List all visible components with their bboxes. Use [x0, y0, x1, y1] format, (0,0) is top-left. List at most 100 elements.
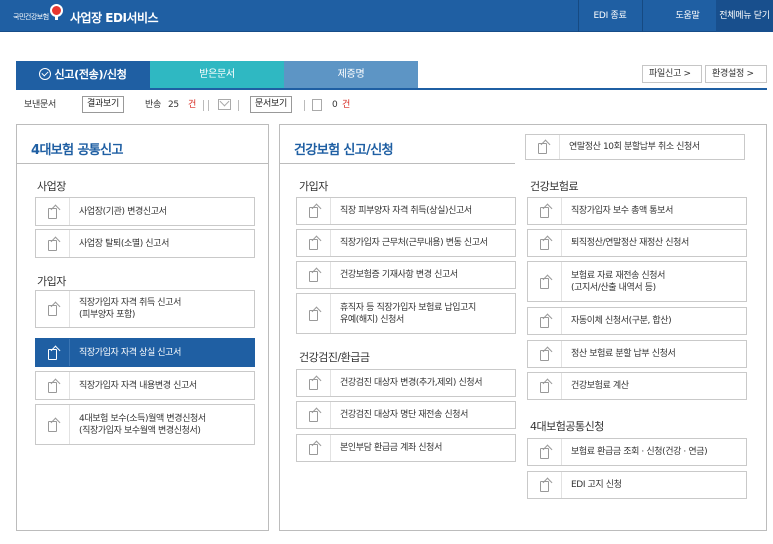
- panel-title: 건강보험 신고/신청: [294, 143, 394, 158]
- menu-item-label: 직장가입자 자격 상실 신고서: [79, 347, 181, 358]
- menu-item-label: 건강보험료 계산: [571, 381, 629, 391]
- menu-item-label: EDI 고지 신청: [571, 480, 622, 490]
- returned-count: 25: [168, 100, 179, 110]
- file-report-button[interactable]: 파일신고 >: [642, 65, 702, 83]
- document-edit-icon: [309, 205, 319, 218]
- nhis-logo[interactable]: 국민건강보험: [13, 4, 63, 23]
- menu-item-refund-account[interactable]: 본인부담 환급금 계좌 신청서: [296, 434, 516, 462]
- mail-icon[interactable]: [218, 99, 231, 110]
- menu-item-total-pay-notice[interactable]: 직장가입자 보수 총액 통보서: [527, 197, 747, 225]
- item-icon-box: [36, 230, 70, 257]
- menu-item-workplace-change-report[interactable]: 직장가입자 근무처(근무내용) 변동 신고서: [296, 229, 516, 257]
- menu-item-label: 건강검진 대상자 명단 재전송 신청서: [340, 410, 469, 420]
- tab-received-docs[interactable]: 받은문서: [150, 61, 284, 88]
- menu-item-label: 사업장(기관) 변경신고서: [79, 206, 167, 217]
- menu-item-label: 직장가입자 자격 내용변경 신고서: [79, 380, 197, 391]
- menu-item-workplace-change[interactable]: 사업장(기관) 변경신고서: [35, 197, 255, 226]
- menu-item-label: 직장가입자 보수 총액 통보서: [571, 206, 673, 216]
- item-icon-box: [297, 370, 331, 396]
- logo-mark-icon: [50, 4, 63, 20]
- menu-item-checkup-change[interactable]: 건강검진 대상자 변경(추가,제외) 신청서: [296, 369, 516, 397]
- divider: [238, 100, 239, 111]
- returned-label: 반송: [145, 100, 161, 110]
- close-all-menu-button[interactable]: 전체메뉴 닫기: [716, 0, 773, 32]
- result-view-button[interactable]: 결과보기: [82, 96, 124, 113]
- document-edit-icon: [309, 237, 319, 250]
- menu-item-workplace-withdrawal[interactable]: 사업장 탈퇴(소멸) 신고서: [35, 229, 255, 258]
- menu-item-label: 보험료 자료 재전송 신청서 (고지서/산출 내역서 등): [571, 270, 666, 293]
- item-icon-box: [297, 402, 331, 428]
- item-icon-box: [528, 262, 562, 301]
- document-edit-icon: [538, 141, 548, 154]
- section-title-subscriber: 가입자: [37, 275, 66, 288]
- document-edit-icon: [48, 206, 58, 219]
- menu-item-label: 직장가입자 자격 취득 신고서 (피부양자 포함): [79, 298, 181, 320]
- document-edit-icon: [540, 237, 550, 250]
- menu-item-content-change-report[interactable]: 직장가입자 자격 내용변경 신고서: [35, 371, 255, 400]
- document-edit-icon: [540, 348, 550, 361]
- environment-settings-button[interactable]: 환경설정 >: [705, 65, 767, 83]
- item-icon-box: [526, 135, 560, 159]
- menu-item-label: 직장 피부양자 자격 취득(상실)신고서: [340, 206, 472, 216]
- item-icon-box: [528, 341, 562, 367]
- menu-item-installment-payment[interactable]: 정산 보험료 분할 납부 신청서: [527, 340, 747, 368]
- document-edit-icon: [309, 442, 319, 455]
- help-button[interactable]: 도움말: [665, 0, 710, 32]
- common-report-panel: 4대보험 공통신고 사업장 사업장(기관) 변경신고서 사업장 탈퇴(소멸) 신…: [16, 124, 269, 531]
- menu-item-card-change-report[interactable]: 건강보험증 기재사항 변경 신고서: [296, 261, 516, 289]
- document-edit-icon: [309, 269, 319, 282]
- sent-docs-label: 보낸문서: [24, 100, 56, 110]
- top-bar: 국민건강보험 사업장 EDI서비스 EDI 종료 도움말 전체메뉴 닫기: [0, 0, 773, 32]
- document-edit-icon: [48, 303, 58, 316]
- menu-item-leave-deferral[interactable]: 휴직자 등 직장가입자 보험료 납입고지 유예(해지) 신청서: [296, 293, 516, 334]
- menu-item-premium-calculation[interactable]: 건강보험료 계산: [527, 372, 747, 400]
- document-icon[interactable]: [312, 99, 322, 111]
- section-title-workplace: 사업장: [37, 180, 66, 193]
- doc-unit: 건: [342, 100, 350, 110]
- divider: [642, 0, 643, 32]
- menu-item-checkup-resend[interactable]: 건강검진 대상자 명단 재전송 신청서: [296, 401, 516, 429]
- document-edit-icon: [540, 446, 550, 459]
- menu-item-label: 건강검진 대상자 변경(추가,제외) 신청서: [340, 378, 483, 388]
- menu-item-label: 휴직자 등 직장가입자 보험료 납입고지 유예(해지) 신청서: [340, 302, 476, 325]
- document-edit-icon: [48, 347, 58, 360]
- tab-label: 신고(전송)/신청: [54, 68, 127, 81]
- divider: [280, 163, 515, 164]
- document-edit-icon: [48, 419, 58, 432]
- menu-item-label: 직장가입자 근무처(근무내용) 변동 신고서: [340, 238, 488, 248]
- menu-item-premium-resend[interactable]: 보험료 자료 재전송 신청서 (고지서/산출 내역서 등): [527, 261, 747, 302]
- tab-certificates[interactable]: 제증명: [284, 61, 418, 88]
- menu-item-auto-transfer[interactable]: 자동이체 신청서(구분, 합산): [527, 307, 747, 335]
- menu-item-label: 자동이체 신청서(구분, 합산): [571, 316, 672, 326]
- menu-item-dependent-report[interactable]: 직장 피부양자 자격 취득(상실)신고서: [296, 197, 516, 225]
- menu-item-installment-cancel[interactable]: 연말정산 10회 분할납부 취소 신청서: [525, 134, 745, 160]
- item-icon-box: [297, 294, 331, 333]
- menu-item-loss-report[interactable]: 직장가입자 자격 상실 신고서: [35, 338, 255, 367]
- menu-item-refund-inquiry[interactable]: 보험료 환급금 조회 · 신청(건강 · 연금): [527, 438, 747, 466]
- item-icon-box: [297, 435, 331, 461]
- menu-item-label: 4대보험 보수(소득)월액 변경신청서 (직장가입자 보수월액 변경신청서): [79, 413, 206, 436]
- item-icon-box: [36, 291, 70, 327]
- menu-item-label: 건강보험증 기재사항 변경 신고서: [340, 270, 458, 280]
- tab-underline: [16, 88, 767, 90]
- document-edit-icon: [540, 380, 550, 393]
- item-icon-box: [36, 339, 70, 366]
- section-title-health-premium: 건강보험료: [530, 180, 579, 193]
- document-edit-icon: [309, 409, 319, 422]
- edi-exit-button[interactable]: EDI 종료: [578, 0, 642, 32]
- section-title-subscriber: 가입자: [299, 180, 328, 193]
- tab-report-submit[interactable]: 신고(전송)/신청: [16, 61, 150, 88]
- doc-view-button[interactable]: 문서보기: [250, 96, 292, 113]
- document-edit-icon: [48, 238, 58, 251]
- document-edit-icon: [540, 315, 550, 328]
- menu-item-monthly-pay-change[interactable]: 4대보험 보수(소득)월액 변경신청서 (직장가입자 보수월액 변경신청서): [35, 404, 255, 445]
- menu-item-label: 정산 보험료 분할 납부 신청서: [571, 349, 676, 359]
- check-circle-icon: [39, 68, 52, 80]
- menu-item-acquisition-report[interactable]: 직장가입자 자격 취득 신고서 (피부양자 포함): [35, 290, 255, 328]
- divider: [17, 163, 268, 164]
- logo-text: 국민건강보험: [13, 13, 49, 21]
- menu-item-edi-notice[interactable]: EDI 고지 신청: [527, 471, 747, 499]
- menu-item-label: 연말정산 10회 분할납부 취소 신청서: [569, 142, 700, 152]
- menu-item-resettlement[interactable]: 퇴직정산/연말정산 재정산 신청서: [527, 229, 747, 257]
- returned-unit: 건: [188, 100, 196, 110]
